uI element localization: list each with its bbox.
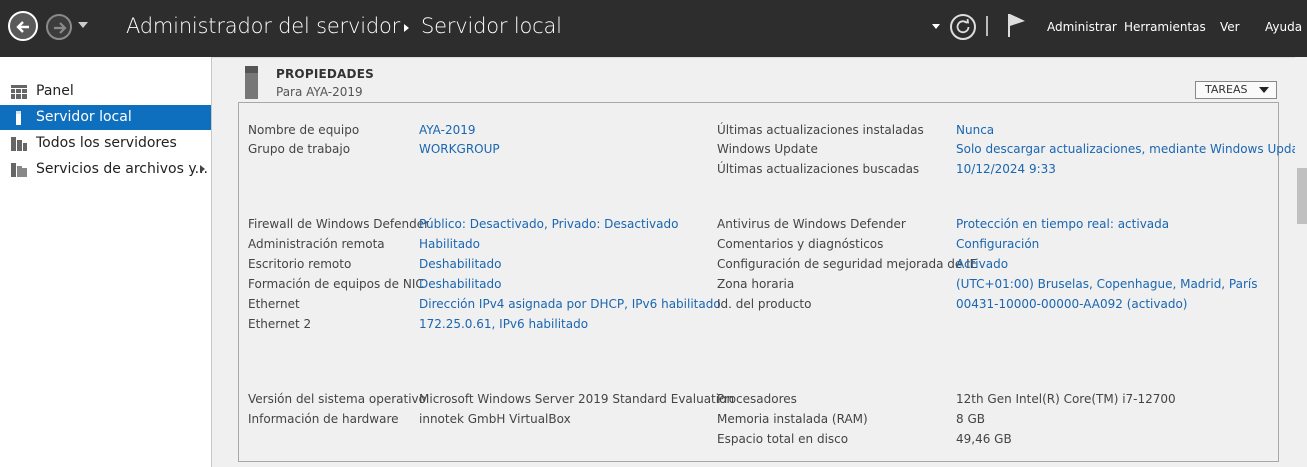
field-value-last-checked-updates[interactable]: 10/12/2024 9:33: [956, 162, 1056, 176]
field-value-installed-ram: 8 GB: [956, 412, 985, 426]
scrollbar-thumb[interactable]: [1297, 168, 1307, 224]
field-label-hardware-info: Información de hardware: [248, 412, 399, 426]
sidebar-item-label: Panel: [36, 83, 74, 99]
field-label-workgroup: Grupo de trabajo: [248, 142, 351, 156]
title-bar: Administrador del servidor Servidor loca…: [0, 0, 1307, 57]
refresh-icon: [956, 18, 970, 34]
sidebar-item-label: Servicios de archivos y...: [36, 161, 208, 177]
field-value-windows-update[interactable]: Solo descargar actualizaciones, mediante…: [956, 142, 1307, 156]
toolbar-divider: [986, 16, 988, 36]
properties-title: PROPIEDADES: [276, 67, 374, 81]
menu-ver[interactable]: Ver: [1220, 20, 1240, 34]
sidebar-item-file-services[interactable]: Servicios de archivos y...: [0, 157, 211, 182]
refresh-button[interactable]: [950, 14, 976, 40]
caret-down-icon: [1259, 87, 1269, 93]
field-value-time-zone[interactable]: (UTC+01:00) Bruselas, Copenhague, Madrid…: [956, 277, 1258, 291]
field-label-remote-desktop: Escritorio remoto: [248, 257, 352, 271]
vertical-scrollbar[interactable]: [1295, 57, 1307, 467]
breadcrumb-root[interactable]: Administrador del servidor: [126, 14, 400, 38]
field-label-computer-name: Nombre de equipo: [248, 123, 360, 137]
dashboard-icon: [11, 85, 27, 99]
sidebar-item-local-server[interactable]: Servidor local: [0, 105, 211, 130]
field-value-product-id[interactable]: 00431-10000-00000-AA092 (activado): [956, 297, 1188, 311]
field-label-windows-update: Windows Update: [717, 142, 818, 156]
field-label-time-zone: Zona horaria: [717, 277, 795, 291]
field-value-antivirus[interactable]: Protección en tiempo real: activada: [956, 217, 1169, 231]
field-label-ie-security: Configuración de seguridad mejorada de I…: [717, 257, 978, 271]
notifications-flag-icon[interactable]: [1006, 12, 1028, 38]
field-value-last-installed-updates[interactable]: Nunca: [956, 123, 994, 137]
field-label-last-installed-updates: Últimas actualizaciones instaladas: [717, 123, 924, 137]
field-value-hardware-info: innotek GmbH VirtualBox: [419, 412, 571, 426]
forward-button[interactable]: [46, 14, 72, 40]
field-value-ethernet[interactable]: Dirección IPv4 asignada por DHCP, IPv6 h…: [419, 297, 721, 311]
field-value-processors: 12th Gen Intel(R) Core(TM) i7-12700: [956, 392, 1176, 406]
menu-herramientas[interactable]: Herramientas: [1124, 20, 1206, 34]
properties-server-icon: [245, 66, 258, 99]
field-value-workgroup[interactable]: WORKGROUP: [419, 142, 500, 156]
divider: [212, 57, 1307, 58]
back-button[interactable]: [8, 11, 38, 41]
field-label-ethernet-2: Ethernet 2: [248, 317, 312, 331]
field-label-last-checked-updates: Últimas actualizaciones buscadas: [717, 162, 920, 176]
field-value-ie-security[interactable]: Activado: [956, 257, 1008, 271]
sidebar: Panel Servidor local Todos los servidore…: [0, 57, 212, 467]
sidebar-item-panel[interactable]: Panel: [0, 79, 211, 104]
field-label-product-id: Id. del producto: [717, 297, 812, 311]
sidebar-item-label: Servidor local: [36, 109, 132, 125]
local-server-icon: [16, 111, 21, 125]
menu-administrar[interactable]: Administrar: [1047, 20, 1117, 34]
menu-ayuda[interactable]: Ayuda: [1265, 20, 1302, 34]
main-content: PROPIEDADES Para AYA-2019 TAREAS Nombre …: [212, 57, 1307, 467]
arrow-right-icon: [54, 22, 67, 34]
field-value-ethernet-2[interactable]: 172.25.0.61, IPv6 habilitado: [419, 317, 588, 331]
field-value-firewall[interactable]: Público: Desactivado, Privado: Desactiva…: [419, 217, 678, 231]
properties-subtitle: Para AYA-2019: [276, 85, 363, 99]
field-value-remote-desktop[interactable]: Deshabilitado: [419, 257, 501, 271]
refresh-dropdown-icon[interactable]: [932, 24, 940, 29]
field-value-nic-teaming[interactable]: Deshabilitado: [419, 277, 501, 291]
field-label-nic-teaming: Formación de equipos de NIC: [248, 277, 424, 291]
field-value-total-disk: 49,46 GB: [956, 432, 1012, 446]
field-label-os-version: Versión del sistema operativo: [248, 392, 426, 406]
chevron-right-icon[interactable]: [200, 165, 205, 173]
tasks-label: TAREAS: [1205, 83, 1248, 96]
arrow-left-icon: [16, 21, 29, 33]
field-label-processors: Procesadores: [717, 392, 797, 406]
sidebar-item-label: Todos los servidores: [36, 135, 177, 151]
field-label-ethernet: Ethernet: [248, 297, 300, 311]
all-servers-icon: [11, 137, 27, 151]
field-label-remote-management: Administración remota: [248, 237, 385, 251]
sidebar-item-all-servers[interactable]: Todos los servidores: [0, 131, 211, 156]
properties-panel: Nombre de equipo AYA-2019 Grupo de traba…: [238, 102, 1307, 462]
tasks-dropdown-button[interactable]: TAREAS: [1195, 81, 1277, 99]
breadcrumb-separator-icon: [404, 24, 409, 32]
field-label-installed-ram: Memoria instalada (RAM): [717, 412, 868, 426]
breadcrumb-current: Servidor local: [421, 14, 562, 38]
field-label-total-disk: Espacio total en disco: [717, 432, 849, 446]
file-services-icon: [11, 163, 27, 177]
field-label-feedback-diagnostics: Comentarios y diagnósticos: [717, 237, 884, 251]
field-value-computer-name[interactable]: AYA-2019: [419, 123, 476, 137]
field-value-remote-management[interactable]: Habilitado: [419, 237, 480, 251]
field-value-os-version: Microsoft Windows Server 2019 Standard E…: [419, 392, 735, 406]
field-value-feedback-diagnostics[interactable]: Configuración: [956, 237, 1039, 251]
field-label-antivirus: Antivirus de Windows Defender: [717, 217, 906, 231]
history-dropdown-icon[interactable]: [78, 22, 88, 28]
field-label-firewall: Firewall de Windows Defender: [248, 217, 430, 231]
